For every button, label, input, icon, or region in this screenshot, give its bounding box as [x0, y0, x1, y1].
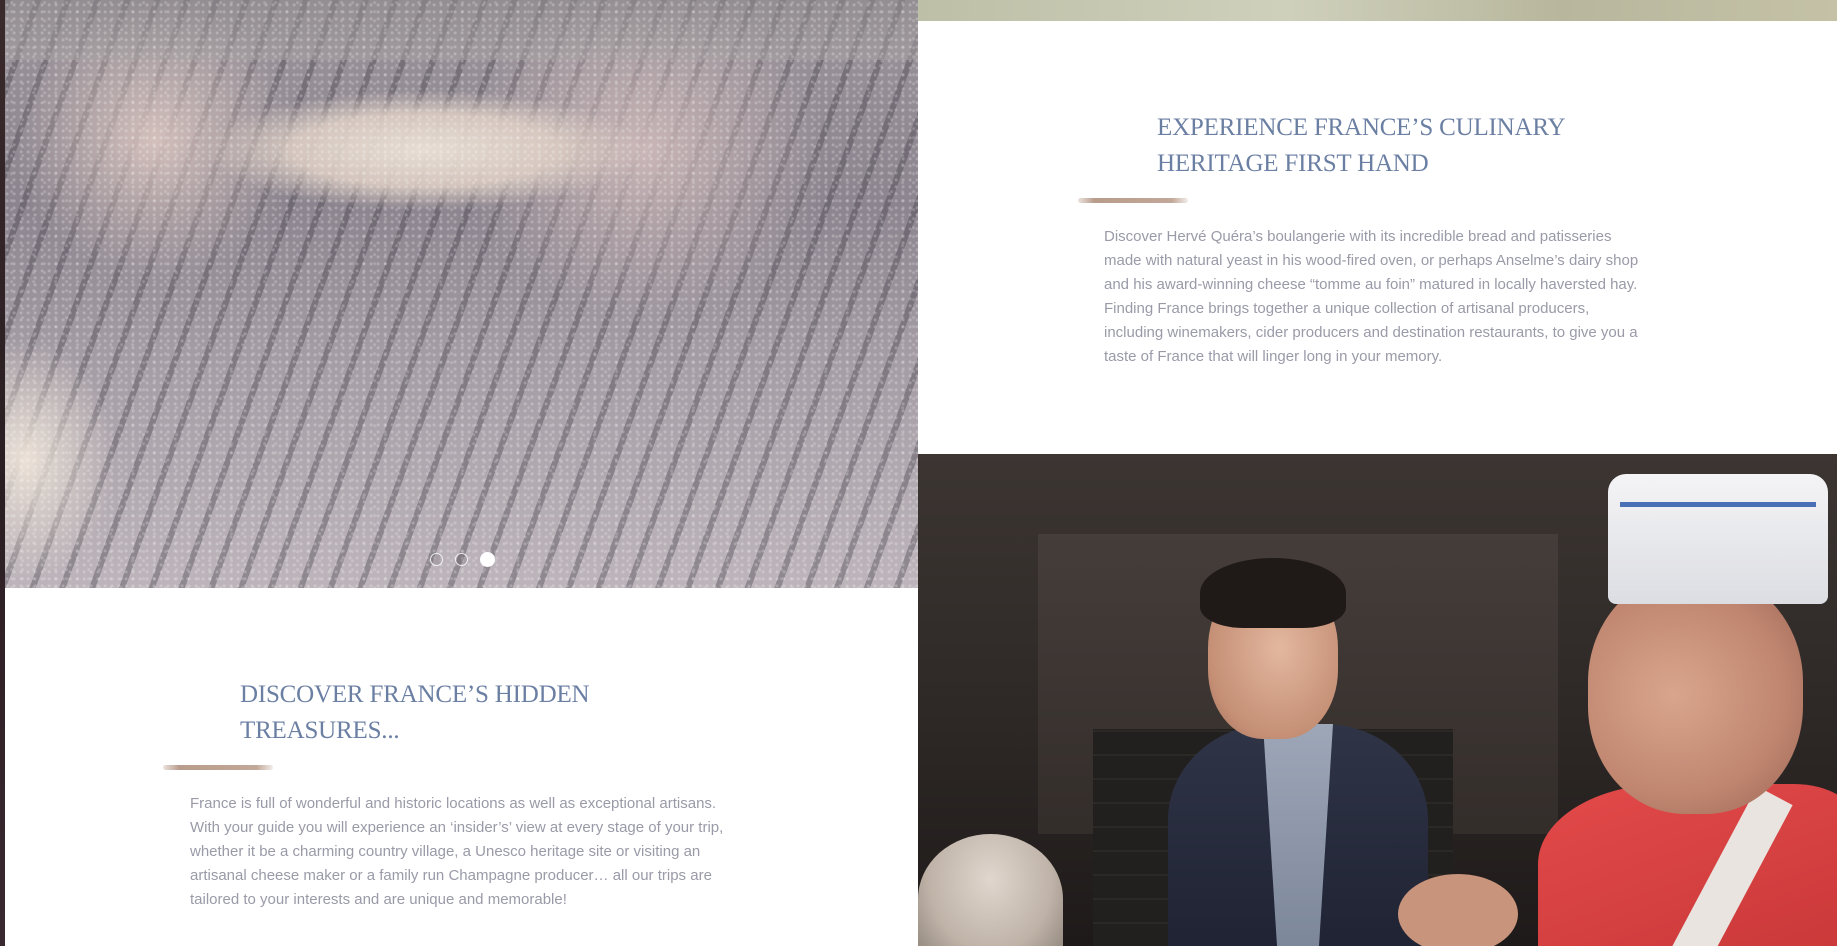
culinary-paragraph: Discover Hervé Quéra’s boulangerie with …: [1104, 228, 1639, 365]
photo-chef-hat: [1608, 474, 1828, 604]
slider-dot-3-active[interactable]: [480, 552, 495, 567]
dough-kneading-photo: [5, 0, 918, 588]
photo-chef-face: [1588, 574, 1803, 814]
culinary-brush-underline: [1078, 198, 1188, 203]
bakers-chef-photo: [918, 454, 1837, 946]
slider-dots: [430, 552, 495, 567]
image-slider[interactable]: [5, 0, 918, 588]
slider-dot-1[interactable]: [430, 553, 443, 566]
photo-man-hair: [1200, 558, 1346, 628]
treasures-paragraph: France is full of wonderful and historic…: [190, 795, 724, 908]
treasures-brush-underline: [163, 765, 273, 770]
slider-dot-2[interactable]: [455, 553, 468, 566]
photo-hand: [1398, 874, 1518, 946]
treasures-heading: DISCOVER FRANCE’S HIDDEN TREASURES...: [240, 681, 590, 744]
photo-woman-hair: [918, 834, 1063, 946]
culinary-heading: EXPERIENCE FRANCE’S CULINARY HERITAGE FI…: [1157, 114, 1566, 177]
previous-section-image: [918, 0, 1837, 21]
